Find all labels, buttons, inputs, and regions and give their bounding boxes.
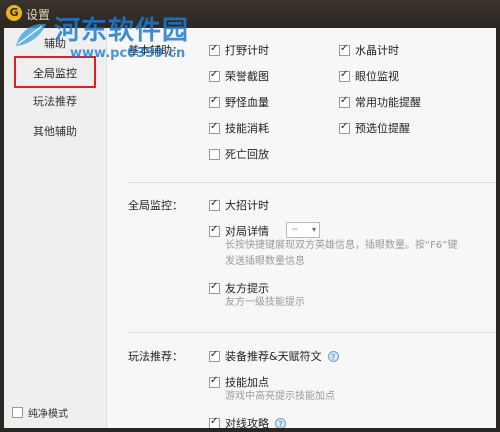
section-divider [127,182,497,183]
option-skill-cost[interactable]: 技能消耗 [209,120,269,136]
section-divider [127,332,497,333]
checkbox-icon [339,121,350,134]
chevron-down-icon: ▾ [311,225,316,234]
option-honor-screenshot[interactable]: 荣誉截图 [209,68,269,84]
section-label-play: 玩法推荐： [128,350,183,363]
option-monster-hp[interactable]: 野怪血量 [209,94,269,110]
ally-hint-description: 友方一级技能提示 [225,297,305,308]
option-jungle-timer[interactable]: 打野计时 [209,42,269,58]
option-skill-points[interactable]: 技能加点 [209,374,269,390]
checkbox-icon [209,148,220,160]
checkbox-icon [209,224,220,237]
option-death-replay[interactable]: 死亡回放 [209,146,269,162]
section-label-global: 全局监控： [128,199,183,212]
checkbox-icon [12,407,23,418]
match-detail-select[interactable]: ~ ▾ [286,222,320,238]
window-frame [0,428,500,432]
option-crystal-timer[interactable]: 水晶计时 [339,42,399,58]
skill-points-description: 游戏中高亮提示技能加点 [225,391,335,402]
app-logo-icon: G [6,5,22,21]
checkbox-icon [339,43,350,56]
checkbox-icon [339,95,350,108]
option-preselect-reminder[interactable]: 预选位提醒 [339,120,410,136]
option-ally-hint[interactable]: 友方提示 [209,280,269,296]
match-detail-description: 长按快捷键展现双方英雄信息，插眼数量。按“F6”键 发送插眼数量信息 [225,240,458,267]
settings-window: G 设置 辅助 全局监控 玩法推荐 其他辅助 纯净模式 基本辅助： 打野计时 水… [0,0,500,432]
help-icon[interactable]: ? [327,350,339,362]
checkbox-icon [209,43,220,56]
checkbox-icon [209,95,220,108]
option-ward-monitor[interactable]: 眼位监视 [339,68,399,84]
checkbox-icon [209,416,220,429]
option-match-detail[interactable]: 对局详情 [209,223,269,239]
checkbox-icon [339,69,350,82]
sidebar-item-play-recommend[interactable]: 玩法推荐 [4,88,106,116]
sidebar-item-other-assist[interactable]: 其他辅助 [4,118,106,146]
checkbox-icon [209,121,220,134]
checkbox-icon [209,198,220,211]
option-ult-timer[interactable]: 大招计时 [209,197,269,213]
watermark-leaf-icon [16,23,46,46]
checkbox-icon [209,281,220,294]
pure-mode-checkbox[interactable]: 纯净模式 [12,405,68,420]
watermark-url: www.pc0359.cn [70,46,186,61]
option-common-reminder[interactable]: 常用功能提醒 [339,94,421,110]
pure-mode-label: 纯净模式 [28,409,68,420]
checkbox-icon [209,349,220,362]
checkbox-icon [209,69,220,82]
watermark-text: 河东软件园 [54,16,190,46]
window-frame [496,28,500,432]
help-icon[interactable]: ? [275,417,286,429]
checkbox-icon [209,375,220,388]
option-item-rune-recommend[interactable]: 装备推荐&天赋符文? [209,348,339,364]
sidebar: 辅助 全局监控 玩法推荐 其他辅助 [4,28,107,428]
